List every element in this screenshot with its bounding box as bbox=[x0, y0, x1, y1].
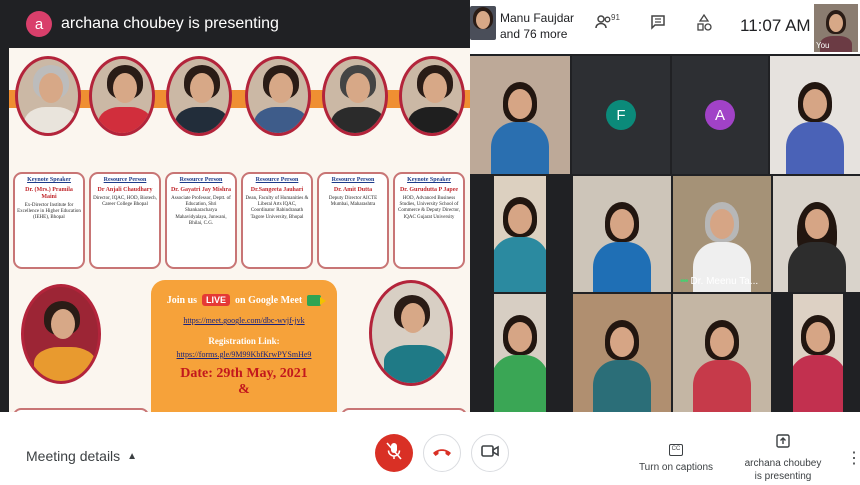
self-view-label: You bbox=[816, 41, 830, 50]
letter-avatar-f: F bbox=[606, 100, 636, 130]
people-count-badge: 91 bbox=[611, 13, 620, 22]
meet-window: a archana choubey is presenting Keynote … bbox=[0, 0, 860, 485]
join-line: Join us LIVE on Google Meet bbox=[151, 294, 337, 306]
registration-label: Registration Link: bbox=[208, 336, 280, 346]
participant-name-tag: ••• Dr. Meenu Ta... bbox=[680, 276, 759, 287]
chevron-up-icon: ▲ bbox=[127, 450, 138, 462]
card-name: Dr. Gurudutta P Japee bbox=[399, 187, 459, 193]
presenting-label-line-1: archana choubey bbox=[744, 458, 822, 469]
card-role: Keynote Speaker bbox=[27, 177, 71, 183]
hang-up-icon bbox=[432, 444, 452, 462]
card-description: HOD, Advanced Business Studies, Universi… bbox=[397, 195, 460, 220]
participants-grid: Manu Faujdar and 76 more 91 11:07 AM You bbox=[470, 0, 860, 412]
host-avatar[interactable] bbox=[470, 6, 496, 40]
microphone-off-button[interactable] bbox=[375, 434, 413, 472]
participant-tile[interactable]: F bbox=[572, 56, 670, 174]
speaker-photo-7 bbox=[21, 284, 101, 384]
present-screen-icon bbox=[776, 434, 790, 452]
card-name: Dr. Amit Dutta bbox=[333, 187, 373, 193]
card-name: Dr. Gayatri Jay Mishra bbox=[170, 187, 232, 193]
activities-icon[interactable] bbox=[696, 13, 712, 37]
bottom-toolbar: Meeting details ▲ CC Turn on captions ar… bbox=[0, 412, 860, 485]
host-name-line-2: and 76 more bbox=[500, 27, 568, 41]
letter-avatar-a: A bbox=[705, 100, 735, 130]
participants-header: Manu Faujdar and 76 more 91 11:07 AM You bbox=[470, 0, 860, 54]
google-meet-icon bbox=[307, 294, 327, 306]
speaker-photo-6 bbox=[399, 56, 465, 136]
event-date: Date: 29th May, 2021 bbox=[180, 366, 308, 381]
meet-link: https://meet.google.com/dbc-wvjf-jvk bbox=[183, 316, 305, 325]
card-role: Keynote Speaker bbox=[407, 177, 451, 183]
card-description: Dean, Faculty of Humanities & Liberal Ar… bbox=[245, 195, 309, 220]
live-badge: LIVE bbox=[202, 294, 231, 306]
participant-tile[interactable] bbox=[573, 294, 671, 412]
card-description: Associate Professor, Deptt. of Education… bbox=[171, 195, 231, 226]
speaker-card-2: Resource Person Dr Anjali Chaudhary Dire… bbox=[89, 172, 161, 269]
participant-tile[interactable] bbox=[770, 56, 860, 174]
card-name: Dr Anjali Chaudhary bbox=[97, 187, 153, 193]
card-role: Resource Person bbox=[103, 177, 147, 183]
captions-button[interactable]: CC Turn on captions bbox=[636, 444, 716, 474]
self-view-tile[interactable]: You bbox=[814, 4, 858, 52]
participant-tile[interactable] bbox=[673, 294, 771, 412]
meeting-details-button[interactable]: Meeting details ▲ bbox=[26, 448, 137, 464]
join-info-panel: Join us LIVE on Google Meet https://meet… bbox=[151, 280, 337, 412]
speaker-card-6: Keynote Speaker Dr. Gurudutta P Japee HO… bbox=[393, 172, 465, 269]
participant-tile[interactable] bbox=[773, 176, 860, 292]
participant-tile-dr-meenu[interactable]: ••• Dr. Meenu Ta... bbox=[673, 176, 771, 292]
speaker-card-5: Resource Person Dr. Amit Dutta Deputy Di… bbox=[317, 172, 389, 269]
registration-link: https://forms.gle/9M99KbfKrwPYSmHe9 bbox=[176, 350, 312, 359]
card-name: Dr.Sangeeta Jauhari bbox=[250, 187, 304, 193]
host-name-line-1: Manu Faujdar bbox=[500, 11, 575, 25]
presenter-avatar: a bbox=[26, 11, 52, 37]
participant-tile[interactable] bbox=[494, 176, 546, 292]
card-description: Director, IQAC, HOD, Biotech, Career Col… bbox=[93, 195, 157, 208]
card-name: Dr. (Mrs.) Pramila Maini bbox=[25, 187, 73, 200]
speaker-card-1: Keynote Speaker Dr. (Mrs.) Pramila Maini… bbox=[13, 172, 85, 269]
host-name: Manu Faujdar and 76 more bbox=[500, 10, 574, 42]
presenter-header: a archana choubey is presenting bbox=[0, 0, 470, 48]
presenter-title: archana choubey is presenting bbox=[61, 15, 279, 32]
camera-icon bbox=[481, 444, 499, 463]
card-description: Deputy Director AICTE Mumbai, Maharashtr… bbox=[328, 195, 378, 208]
presenting-label-line-2: is presenting bbox=[754, 471, 812, 482]
speaker-card-4: Resource Person Dr.Sangeeta Jauhari Dean… bbox=[241, 172, 313, 269]
speaker-photo-2 bbox=[89, 56, 155, 136]
captions-label: Turn on captions bbox=[638, 462, 714, 473]
speaker-photo-1 bbox=[15, 56, 81, 136]
participant-tile[interactable] bbox=[573, 176, 671, 292]
speaker-photo-8 bbox=[369, 280, 453, 386]
shared-slide: Keynote Speaker Dr. (Mrs.) Pramila Maini… bbox=[9, 48, 470, 412]
speaker-photo-3 bbox=[166, 56, 232, 136]
presenting-button[interactable]: archana choubey is presenting bbox=[742, 434, 824, 483]
leave-call-button[interactable] bbox=[423, 434, 461, 472]
speaker-card-3: Resource Person Dr. Gayatri Jay Mishra A… bbox=[165, 172, 237, 269]
presentation-pane: a archana choubey is presenting Keynote … bbox=[0, 0, 470, 412]
mic-off-icon bbox=[386, 441, 402, 465]
chat-icon[interactable] bbox=[650, 14, 666, 35]
card-role: Resource Person bbox=[179, 177, 223, 183]
participant-tile[interactable] bbox=[793, 294, 843, 412]
participant-tile[interactable] bbox=[470, 56, 570, 174]
participant-tile[interactable] bbox=[494, 294, 546, 412]
card-role: Resource Person bbox=[255, 177, 299, 183]
join-suffix: on Google Meet bbox=[235, 294, 303, 306]
camera-button[interactable] bbox=[471, 434, 509, 472]
card-description: Ex-Director Institute for Excellence in … bbox=[17, 202, 81, 221]
meeting-details-label: Meeting details bbox=[26, 448, 121, 464]
join-prefix: Join us bbox=[166, 294, 198, 306]
ampersand: & bbox=[238, 382, 250, 397]
card-role: Resource Person bbox=[331, 177, 375, 183]
clock-time: 11:07 AM bbox=[740, 16, 811, 35]
captions-icon: CC bbox=[669, 444, 683, 456]
speaker-photo-5 bbox=[322, 56, 388, 136]
speaker-photo-4 bbox=[245, 56, 311, 136]
participant-tile[interactable]: A bbox=[672, 56, 768, 174]
more-options-icon[interactable]: ⋮ bbox=[846, 448, 860, 468]
